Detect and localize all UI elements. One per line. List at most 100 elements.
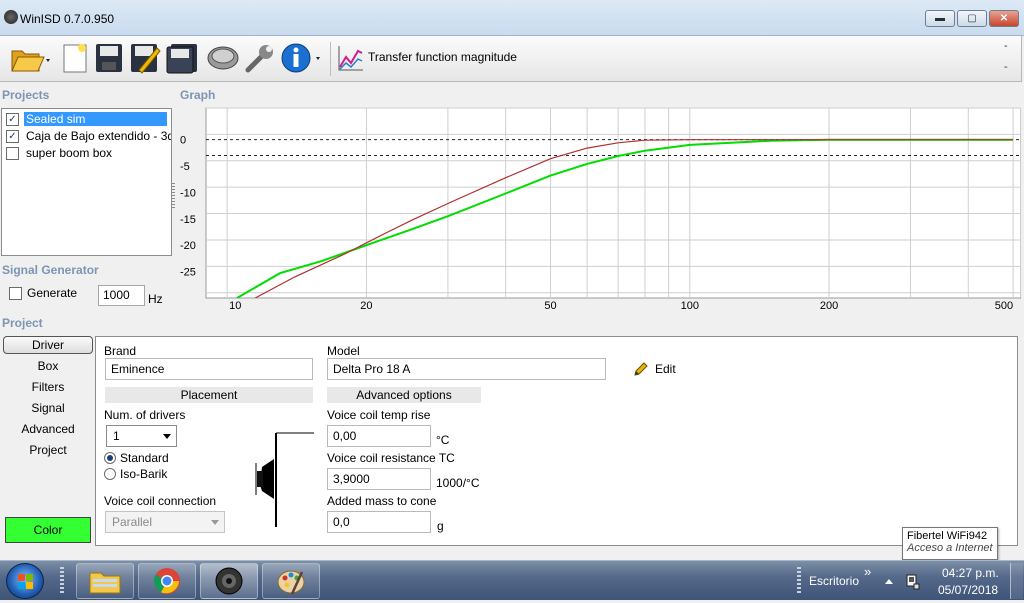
chrome-taskbar-button[interactable] (138, 563, 196, 599)
driver-placement-diagram (255, 432, 314, 527)
toolbar-overflow-chevron[interactable]: » (864, 564, 871, 579)
nav-box[interactable]: Box (3, 358, 93, 376)
brand-label: Brand (104, 344, 137, 358)
show-desktop-button[interactable] (1010, 563, 1023, 599)
nav-advanced[interactable]: Advanced (3, 421, 93, 439)
project-item-super-boom-box[interactable]: super boom box (6, 145, 171, 161)
graph-area[interactable]: 0 -5 -10 -15 -20 -25 10 20 50 100 200 500 (176, 104, 1021, 314)
info-icon[interactable] (280, 41, 324, 75)
chart-x-tick-label: 20 (360, 300, 372, 312)
project-item-caja-de-bajo[interactable]: ✓ Caja de Bajo extendido - 3d (6, 128, 171, 144)
placement-header: Placement (105, 387, 313, 403)
open-folder-icon[interactable] (8, 41, 54, 75)
model-label: Model (327, 344, 360, 358)
maximize-button[interactable]: ▢ (957, 10, 987, 27)
close-button[interactable]: ✕ (989, 10, 1019, 27)
window-title: WinISD 0.7.0.950 (20, 12, 115, 26)
winisd-taskbar-button[interactable] (200, 563, 258, 599)
mass-field[interactable]: 0,0 (327, 511, 431, 533)
chart-y-tick-label: -25 (180, 267, 196, 279)
generate-checkbox[interactable] (9, 286, 22, 300)
transfer-function-chart[interactable]: 0 -5 -10 -15 -20 -25 10 20 50 100 200 500 (176, 104, 1021, 314)
radio-standard-indicator (104, 452, 116, 464)
wrench-icon[interactable] (243, 41, 277, 75)
desktop-toolbar-label[interactable]: Escritorio (809, 574, 859, 588)
project-checkbox[interactable]: ✓ (6, 112, 19, 126)
windows-logo-icon (18, 574, 33, 589)
color-button[interactable]: Color (5, 517, 91, 543)
chart-x-tick-label: 500 (995, 300, 1013, 312)
chart-y-tick-label: -15 (180, 214, 196, 226)
chart-y-tick-label: -20 (180, 240, 196, 252)
project-checkbox[interactable]: ✓ (6, 129, 19, 143)
standard-radio[interactable]: Standard (104, 451, 169, 465)
radio-isobarik-indicator (104, 468, 116, 480)
chrome-icon (154, 568, 180, 594)
taskbar-gripper[interactable] (60, 567, 64, 595)
tooltip-network: Fibertel WiFi942 (907, 530, 988, 542)
mass-unit: g (437, 519, 444, 533)
chart-y-tick-label: -10 (180, 187, 196, 199)
toolbar-separator (330, 42, 331, 76)
view-label[interactable]: Transfer function magnitude (368, 50, 517, 64)
mass-label: Added mass to cone (327, 494, 437, 508)
toolbar: Transfer function magnitude - - (0, 36, 1022, 82)
nav-driver[interactable]: Driver (3, 336, 93, 354)
voice-coil-label: Voice coil connection (104, 494, 217, 508)
vc-temp-field[interactable]: 0,00 (327, 425, 431, 447)
brand-field[interactable]: Eminence (105, 358, 313, 380)
vc-res-unit: 1000/°C (436, 476, 480, 490)
save-as-icon[interactable] (164, 41, 200, 75)
model-field[interactable]: Delta Pro 18 A (327, 358, 606, 380)
chart-y-tick-label: 0 (180, 135, 186, 147)
winisd-icon (215, 567, 243, 595)
toolbar-dash-top: - (1004, 40, 1008, 52)
toolbar-dash-bottom: - (1004, 61, 1008, 73)
save-icon[interactable] (93, 41, 125, 75)
num-drivers-label: Num. of drivers (104, 408, 186, 422)
project-section-label: Project (2, 316, 43, 330)
vc-res-field[interactable]: 3,9000 (327, 468, 431, 490)
generate-checkbox-row[interactable]: Generate (9, 286, 77, 300)
vc-res-label: Voice coil resistance TC (327, 451, 455, 465)
paint-icon (277, 570, 305, 595)
chart-x-tick-label: 10 (229, 300, 241, 312)
network-icon[interactable] (905, 572, 921, 590)
minimize-button[interactable]: ▬ (925, 10, 955, 27)
clock-date[interactable]: 05/07/2018 (938, 583, 998, 597)
num-drivers-select[interactable]: 1 (106, 425, 177, 447)
taskbar: Escritorio » 04:27 p.m. 05/07/2018 (0, 560, 1024, 600)
isobarik-radio[interactable]: Iso-Barik (104, 467, 167, 481)
chart-plot-area (205, 107, 1021, 299)
paint-taskbar-button[interactable] (262, 563, 320, 599)
projects-label: Projects (2, 88, 50, 102)
advanced-options-header: Advanced options (327, 387, 481, 403)
projects-list[interactable]: ✓ Sealed sim ✓ Caja de Bajo extendido - 3d… (1, 108, 172, 256)
pencil-icon (634, 362, 648, 376)
vc-temp-label: Voice coil temp rise (327, 408, 431, 422)
new-document-icon[interactable] (60, 41, 90, 75)
wifi-tooltip: Fibertel WiFi942 Acceso a Internet (902, 527, 998, 560)
chart-x-tick-label: 200 (820, 300, 838, 312)
frequency-unit: Hz (148, 292, 163, 306)
graph-label: Graph (180, 88, 216, 102)
show-hidden-icons-icon[interactable] (884, 577, 894, 585)
chart-icon[interactable] (335, 41, 365, 75)
clock-time[interactable]: 04:27 p.m. (942, 566, 999, 580)
nav-filters[interactable]: Filters (3, 379, 93, 397)
edit-save-icon[interactable] (128, 41, 162, 75)
app-icon (4, 10, 18, 24)
project-checkbox[interactable] (6, 146, 19, 160)
tooltip-status: Acceso a Internet (907, 542, 993, 554)
nav-project[interactable]: Project (3, 442, 93, 460)
tray-gripper[interactable] (797, 567, 801, 595)
start-button[interactable] (6, 563, 44, 599)
explorer-taskbar-button[interactable] (76, 563, 134, 599)
nav-signal[interactable]: Signal (3, 400, 93, 418)
signal-generator-label: Signal Generator (2, 263, 99, 277)
edit-button[interactable]: Edit (633, 361, 676, 377)
speaker-icon[interactable] (205, 41, 241, 75)
splitter-grip[interactable] (172, 183, 175, 209)
frequency-input[interactable]: 1000 (98, 285, 145, 306)
project-item-sealed-sim[interactable]: ✓ Sealed sim (6, 111, 171, 127)
